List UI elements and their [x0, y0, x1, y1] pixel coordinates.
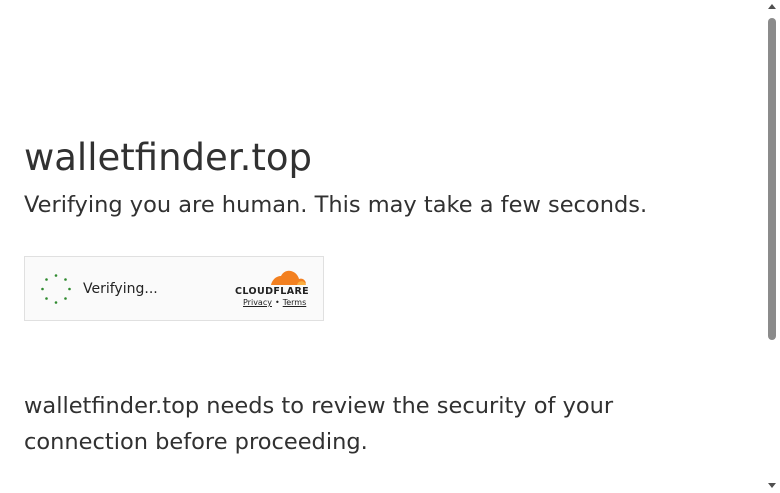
scrollbar-thumb[interactable]	[768, 18, 776, 340]
scroll-down-arrow-icon[interactable]	[768, 483, 776, 488]
scroll-up-arrow-icon[interactable]	[768, 4, 776, 9]
vertical-scrollbar[interactable]	[765, 0, 780, 493]
loading-spinner-icon	[41, 274, 71, 304]
link-separator: •	[274, 298, 280, 307]
page-subtitle: Verifying you are human. This may take a…	[24, 192, 648, 218]
verifying-status-text: Verifying...	[83, 281, 158, 297]
main-content: walletfinder.top Verifying you are human…	[24, 136, 754, 219]
terms-link[interactable]: Terms	[283, 298, 307, 307]
widget-links: Privacy • Terms	[243, 298, 306, 307]
privacy-link[interactable]: Privacy	[243, 298, 272, 307]
page-title: walletfinder.top	[24, 136, 312, 179]
security-review-text: walletfinder.top needs to review the sec…	[24, 393, 614, 455]
challenge-page: walletfinder.top Verifying you are human…	[0, 0, 780, 493]
cloudflare-wordmark: CLOUDFLARE	[235, 286, 310, 297]
turnstile-widget[interactable]: Verifying... CLOUDFLARE Privacy • Terms	[24, 256, 324, 321]
